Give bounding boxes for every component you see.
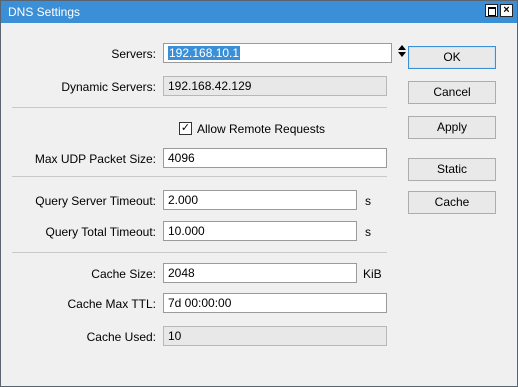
dns-settings-window: DNS Settings × Servers: 192.168.10.1 Dyn…: [0, 0, 518, 387]
cache-max-ttl-input[interactable]: 7d 00:00:00: [163, 293, 387, 313]
query-total-timeout-input[interactable]: 10.000: [163, 221, 357, 241]
query-total-timeout-label: Query Total Timeout:: [45, 225, 157, 239]
arrow-down-icon[interactable]: [398, 52, 406, 57]
seconds-unit: s: [365, 194, 371, 208]
cache-max-ttl-label: Cache Max TTL:: [67, 297, 156, 311]
dynamic-servers-field: 192.168.42.129: [163, 76, 387, 96]
max-udp-input[interactable]: 4096: [163, 148, 387, 168]
cancel-button[interactable]: Cancel: [408, 81, 496, 104]
allow-remote-label[interactable]: Allow Remote Requests: [197, 122, 325, 136]
separator: [12, 252, 387, 253]
updown-arrows-icon[interactable]: [396, 41, 408, 63]
cache-used-field: 10: [163, 326, 387, 346]
maximize-icon[interactable]: [485, 4, 498, 17]
servers-label: Servers:: [111, 47, 156, 61]
cache-size-input[interactable]: 2048: [163, 263, 357, 283]
cache-size-label: Cache Size:: [91, 267, 156, 281]
max-udp-label: Max UDP Packet Size:: [34, 152, 156, 166]
cache-button[interactable]: Cache: [408, 191, 496, 214]
query-server-timeout-input[interactable]: 2.000: [163, 190, 357, 210]
dynamic-servers-label: Dynamic Servers:: [61, 80, 156, 94]
apply-button[interactable]: Apply: [408, 116, 496, 139]
window-title: DNS Settings: [8, 5, 81, 19]
static-button[interactable]: Static: [408, 158, 496, 181]
query-server-timeout-label: Query Server Timeout:: [35, 194, 156, 208]
separator: [12, 176, 387, 177]
cache-used-label: Cache Used:: [86, 330, 156, 344]
separator: [12, 107, 387, 108]
servers-value: 192.168.10.1: [168, 46, 241, 60]
kib-unit: KiB: [363, 267, 382, 281]
ok-button[interactable]: OK: [408, 46, 496, 69]
close-icon[interactable]: ×: [500, 4, 513, 17]
seconds-unit: s: [365, 225, 371, 239]
arrow-up-icon[interactable]: [398, 45, 406, 50]
servers-input[interactable]: 192.168.10.1: [163, 43, 392, 63]
title-bar[interactable]: DNS Settings ×: [1, 1, 517, 23]
allow-remote-checkbox[interactable]: ✓: [179, 122, 192, 135]
